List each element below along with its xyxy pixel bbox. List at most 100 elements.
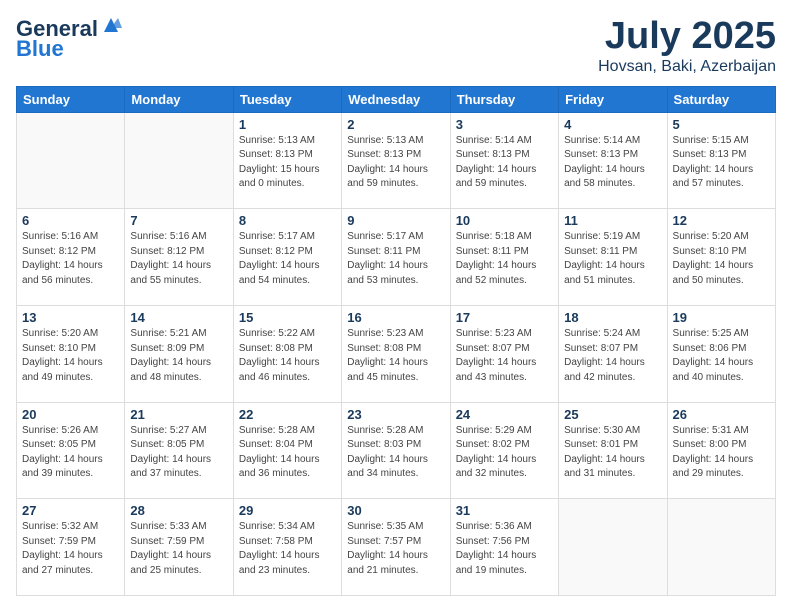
table-row: 31 Sunrise: 5:36 AMSunset: 7:56 PMDayligh… <box>450 499 558 596</box>
table-row: 28Sunrise: 5:33 AMSunset: 7:59 PMDayligh… <box>125 499 233 596</box>
day-info: Sunrise: 5:26 AMSunset: 8:05 PMDaylight:… <box>22 424 119 482</box>
day-number: 31 <box>456 503 553 518</box>
table-row: 25 Sunrise: 5:30 AMSunset: 8:01 PMDayligh… <box>559 402 667 499</box>
table-row: 21 Sunrise: 5:27 AMSunset: 8:05 PMDayligh… <box>125 402 233 499</box>
col-wednesday: Wednesday <box>342 86 450 112</box>
day-info: Sunrise: 5:16 AMSunset: 8:12 PMDaylight:… <box>130 230 227 288</box>
day-info: Sunrise: 5:14 AMSunset: 8:13 PMDaylight:… <box>564 134 661 192</box>
day-number: 27 <box>22 503 119 518</box>
calendar-week-row: 13 Sunrise: 5:20 AMSunset: 8:10 PMDayligh… <box>17 306 776 403</box>
day-info: Sunrise: 5:23 AMSunset: 8:07 PMDaylight:… <box>456 327 553 385</box>
table-row: 12 Sunrise: 5:20 AMSunset: 8:10 PMDayligh… <box>667 209 775 306</box>
logo-icon <box>100 14 122 36</box>
calendar-header-row: Sunday Monday Tuesday Wednesday Thursday… <box>17 86 776 112</box>
title-block: July 2025 Hovsan, Baki, Azerbaijan <box>598 16 776 76</box>
day-info: Sunrise: 5:29 AMSunset: 8:02 PMDaylight:… <box>456 424 553 482</box>
table-row: 13 Sunrise: 5:20 AMSunset: 8:10 PMDayligh… <box>17 306 125 403</box>
day-number: 8 <box>239 213 336 228</box>
table-row: 26Sunrise: 5:31 AMSunset: 8:00 PMDayligh… <box>667 402 775 499</box>
day-info: Sunrise: 5:17 AMSunset: 8:12 PMDaylight:… <box>239 230 336 288</box>
table-row: 4 Sunrise: 5:14 AMSunset: 8:13 PMDaylight… <box>559 112 667 209</box>
table-row: 20Sunrise: 5:26 AMSunset: 8:05 PMDayligh… <box>17 402 125 499</box>
day-number: 30 <box>347 503 444 518</box>
day-info: Sunrise: 5:25 AMSunset: 8:06 PMDaylight:… <box>673 327 770 385</box>
day-info: Sunrise: 5:28 AMSunset: 8:03 PMDaylight:… <box>347 424 444 482</box>
table-row: 6 Sunrise: 5:16 AMSunset: 8:12 PMDaylight… <box>17 209 125 306</box>
calendar-week-row: 6 Sunrise: 5:16 AMSunset: 8:12 PMDaylight… <box>17 209 776 306</box>
day-number: 9 <box>347 213 444 228</box>
day-info: Sunrise: 5:24 AMSunset: 8:07 PMDaylight:… <box>564 327 661 385</box>
day-info: Sunrise: 5:36 AMSunset: 7:56 PMDaylight:… <box>456 520 553 578</box>
day-number: 22 <box>239 407 336 422</box>
col-thursday: Thursday <box>450 86 558 112</box>
col-saturday: Saturday <box>667 86 775 112</box>
day-number: 12 <box>673 213 770 228</box>
table-row <box>559 499 667 596</box>
day-info: Sunrise: 5:21 AMSunset: 8:09 PMDaylight:… <box>130 327 227 385</box>
day-number: 11 <box>564 213 661 228</box>
day-info: Sunrise: 5:34 AMSunset: 7:58 PMDaylight:… <box>239 520 336 578</box>
day-number: 13 <box>22 310 119 325</box>
day-info: Sunrise: 5:18 AMSunset: 8:11 PMDaylight:… <box>456 230 553 288</box>
day-info: Sunrise: 5:13 AMSunset: 8:13 PMDaylight:… <box>347 134 444 192</box>
header: General Blue July 2025 Hovsan, Baki, Aze… <box>16 16 776 76</box>
col-friday: Friday <box>559 86 667 112</box>
table-row: 14 Sunrise: 5:21 AMSunset: 8:09 PMDayligh… <box>125 306 233 403</box>
table-row: 10Sunrise: 5:18 AMSunset: 8:11 PMDayligh… <box>450 209 558 306</box>
table-row: 15 Sunrise: 5:22 AMSunset: 8:08 PMDayligh… <box>233 306 341 403</box>
table-row: 2 Sunrise: 5:13 AMSunset: 8:13 PMDaylight… <box>342 112 450 209</box>
col-tuesday: Tuesday <box>233 86 341 112</box>
day-number: 1 <box>239 117 336 132</box>
calendar-week-row: 20Sunrise: 5:26 AMSunset: 8:05 PMDayligh… <box>17 402 776 499</box>
calendar-week-row: 1 Sunrise: 5:13 AMSunset: 8:13 PMDaylight… <box>17 112 776 209</box>
table-row: 30 Sunrise: 5:35 AMSunset: 7:57 PMDayligh… <box>342 499 450 596</box>
day-number: 19 <box>673 310 770 325</box>
day-info: Sunrise: 5:16 AMSunset: 8:12 PMDaylight:… <box>22 230 119 288</box>
day-number: 2 <box>347 117 444 132</box>
day-number: 7 <box>130 213 227 228</box>
table-row <box>17 112 125 209</box>
day-number: 17 <box>456 310 553 325</box>
location-title: Hovsan, Baki, Azerbaijan <box>598 58 776 76</box>
day-number: 15 <box>239 310 336 325</box>
day-number: 6 <box>22 213 119 228</box>
logo-blue: Blue <box>16 36 64 62</box>
day-info: Sunrise: 5:20 AMSunset: 8:10 PMDaylight:… <box>673 230 770 288</box>
table-row: 24Sunrise: 5:29 AMSunset: 8:02 PMDayligh… <box>450 402 558 499</box>
month-title: July 2025 <box>598 16 776 58</box>
table-row: 27 Sunrise: 5:32 AMSunset: 7:59 PMDayligh… <box>17 499 125 596</box>
table-row: 19 Sunrise: 5:25 AMSunset: 8:06 PMDayligh… <box>667 306 775 403</box>
day-number: 5 <box>673 117 770 132</box>
table-row: 5 Sunrise: 5:15 AMSunset: 8:13 PMDaylight… <box>667 112 775 209</box>
day-info: Sunrise: 5:35 AMSunset: 7:57 PMDaylight:… <box>347 520 444 578</box>
day-info: Sunrise: 5:14 AMSunset: 8:13 PMDaylight:… <box>456 134 553 192</box>
day-info: Sunrise: 5:22 AMSunset: 8:08 PMDaylight:… <box>239 327 336 385</box>
table-row: 1Sunrise: 5:13 AMSunset: 8:13 PMDaylight… <box>233 112 341 209</box>
table-row: 29 Sunrise: 5:34 AMSunset: 7:58 PMDayligh… <box>233 499 341 596</box>
col-sunday: Sunday <box>17 86 125 112</box>
table-row <box>667 499 775 596</box>
day-number: 21 <box>130 407 227 422</box>
day-number: 23 <box>347 407 444 422</box>
day-info: Sunrise: 5:23 AMSunset: 8:08 PMDaylight:… <box>347 327 444 385</box>
day-info: Sunrise: 5:33 AMSunset: 7:59 PMDaylight:… <box>130 520 227 578</box>
day-number: 3 <box>456 117 553 132</box>
day-info: Sunrise: 5:32 AMSunset: 7:59 PMDaylight:… <box>22 520 119 578</box>
day-info: Sunrise: 5:15 AMSunset: 8:13 PMDaylight:… <box>673 134 770 192</box>
table-row: 7 Sunrise: 5:16 AMSunset: 8:12 PMDaylight… <box>125 209 233 306</box>
day-info: Sunrise: 5:27 AMSunset: 8:05 PMDaylight:… <box>130 424 227 482</box>
day-number: 25 <box>564 407 661 422</box>
day-info: Sunrise: 5:30 AMSunset: 8:01 PMDaylight:… <box>564 424 661 482</box>
table-row: 9Sunrise: 5:17 AMSunset: 8:11 PMDaylight… <box>342 209 450 306</box>
day-number: 29 <box>239 503 336 518</box>
table-row: 16 Sunrise: 5:23 AMSunset: 8:08 PMDayligh… <box>342 306 450 403</box>
day-number: 16 <box>347 310 444 325</box>
day-number: 14 <box>130 310 227 325</box>
day-number: 4 <box>564 117 661 132</box>
table-row: 22Sunrise: 5:28 AMSunset: 8:04 PMDayligh… <box>233 402 341 499</box>
day-info: Sunrise: 5:19 AMSunset: 8:11 PMDaylight:… <box>564 230 661 288</box>
day-info: Sunrise: 5:20 AMSunset: 8:10 PMDaylight:… <box>22 327 119 385</box>
table-row <box>125 112 233 209</box>
day-number: 26 <box>673 407 770 422</box>
col-monday: Monday <box>125 86 233 112</box>
